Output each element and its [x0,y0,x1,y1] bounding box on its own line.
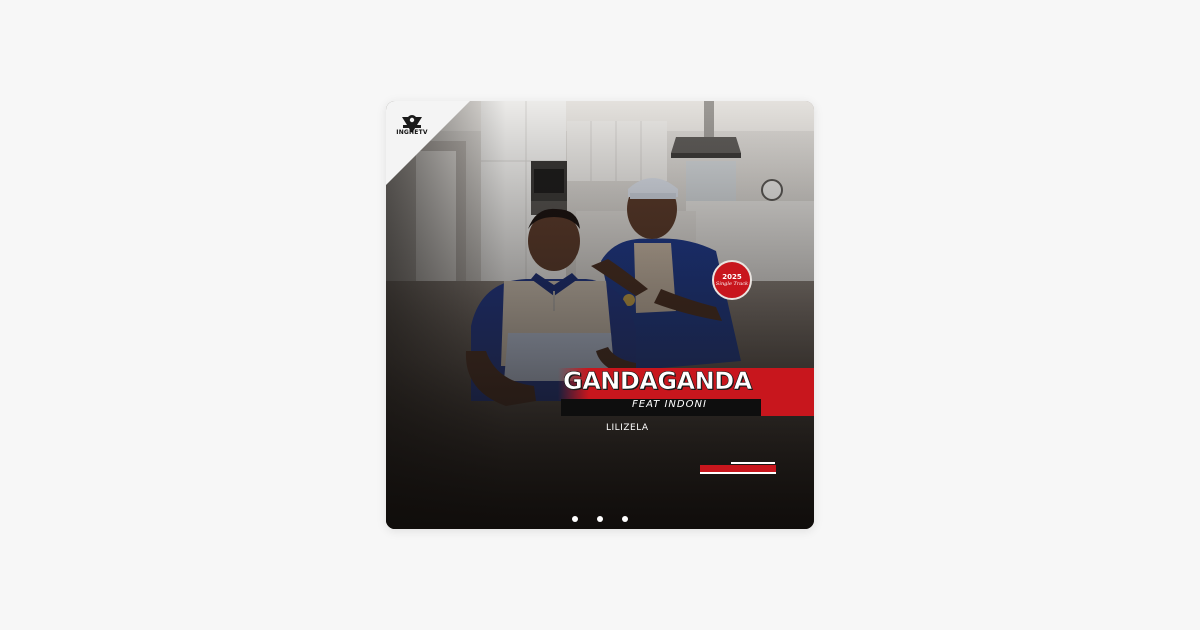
release-type: Single Track [715,281,749,287]
album-artwork[interactable]: INGHETV 2025 Single Track GANDAGANDA FEA… [386,101,814,529]
page: INGHETV 2025 Single Track GANDAGANDA FEA… [0,0,1200,630]
decor-white-line [731,462,775,464]
carousel-dot-1[interactable] [572,516,578,522]
logo-label: INGHETV [396,129,428,136]
release-year-badge: 2025 Single Track [712,260,752,300]
carousel-dot-2[interactable] [597,516,603,522]
featuring-red-bar [761,399,814,416]
carousel-dot-3[interactable] [622,516,628,522]
artist-name: GANDAGANDA [563,367,753,396]
carousel-dots [572,515,628,523]
decor-red-bar [700,465,776,474]
featuring-artist: FEAT INDONI [632,399,707,410]
release-year: 2025 [722,273,742,281]
lion-emblem-icon [402,115,422,133]
song-title: LILIZELA [606,423,649,433]
